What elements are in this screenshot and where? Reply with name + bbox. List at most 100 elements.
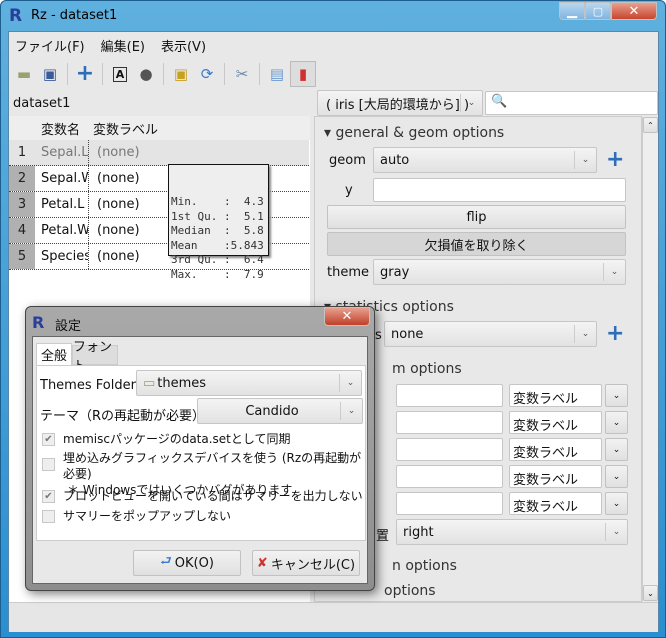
label-input[interactable]	[396, 438, 503, 461]
label-input[interactable]	[396, 411, 503, 434]
tab-content: Themes Folder ▭ themes ⌄ テーマ（Rの再起動が必要） Can…	[36, 365, 366, 541]
theme-value: gray	[380, 264, 410, 280]
minimize-button[interactable]: ▁	[559, 2, 585, 20]
theme-select[interactable]: Candido ⌄	[197, 398, 363, 424]
geom-label: geom	[329, 153, 366, 168]
label-type-select[interactable]: 変数ラベル	[509, 465, 602, 488]
summary-line: Max. : 7.9	[171, 267, 264, 281]
section-header[interactable]: n options	[392, 558, 457, 574]
dataset-source-value: ( iris [大局的環境から] )	[326, 97, 470, 113]
flip-button[interactable]: flip	[327, 205, 626, 229]
chevron-down-icon[interactable]: ⌄	[605, 438, 628, 461]
chevron-down-icon[interactable]: ⌄	[605, 384, 628, 407]
option-sync-memisc[interactable]: ✔ memiscパッケージのdata.setとして同期	[42, 430, 291, 447]
label-input[interactable]	[396, 492, 503, 515]
var-label: (none)	[97, 197, 140, 212]
cancel-button[interactable]: ✘ キャンセル(C)	[252, 550, 360, 576]
row-number: 5	[9, 244, 35, 269]
theme-select[interactable]: gray ⌄	[373, 259, 626, 285]
themes-folder-label: Themes Folder	[40, 378, 136, 393]
header-label[interactable]: 変数ラベル	[87, 119, 158, 138]
label-type-select[interactable]: 変数ラベル	[509, 492, 602, 515]
option-no-summary-plot[interactable]: ✔ プロットビューを開いている間はサマリーを出力しない	[42, 487, 363, 504]
label-type-select[interactable]: 変数ラベル	[509, 438, 602, 461]
chevron-down-icon: ⌄	[605, 523, 627, 541]
menu-view[interactable]: 表示(V)	[161, 36, 206, 55]
dataset-source-select[interactable]: ( iris [大局的環境から] ) ⌄	[317, 90, 483, 116]
option-label: 埋め込みグラフィックスデバイスを使う (Rzの再起動が必要)	[63, 451, 362, 481]
stats-label: s	[375, 328, 382, 343]
theme-label: theme	[327, 265, 369, 280]
chevron-down-icon: ⌄	[340, 402, 362, 420]
label-type-select[interactable]: 変数ラベル	[509, 384, 602, 407]
scroll-up-button[interactable]: ⌃	[643, 117, 658, 133]
scrollbar[interactable]: ⌃ ⌄	[642, 117, 658, 601]
header-name[interactable]: 変数名	[35, 119, 87, 138]
legend-position-select[interactable]: right ⌄	[396, 519, 628, 545]
chevron-down-icon[interactable]: ⌄	[605, 492, 628, 515]
row-number: 2	[9, 166, 35, 191]
import-icon[interactable]: ▣	[168, 61, 194, 87]
add-icon[interactable]: +	[72, 61, 98, 87]
stats-select[interactable]: none ⌄	[384, 321, 597, 347]
section-header[interactable]: m options	[392, 361, 462, 377]
label-type-select[interactable]: 変数ラベル	[509, 411, 602, 434]
add-stat-icon[interactable]: +	[606, 323, 624, 345]
tab-font[interactable]: フォント	[72, 340, 118, 374]
open-folder-icon[interactable]: ▬	[11, 61, 37, 87]
menubar: ファイル(F) 編集(E) 表示(V)	[9, 32, 658, 58]
menu-edit[interactable]: 編集(E)	[101, 36, 145, 55]
chevron-down-icon: ⌄	[339, 374, 361, 392]
label-input[interactable]	[396, 465, 503, 488]
chevron-down-icon[interactable]: ⌄	[605, 465, 628, 488]
ok-arrow-icon: ⮐	[160, 554, 172, 569]
chevron-down-icon[interactable]: ⌄	[605, 411, 628, 434]
scroll-down-button[interactable]: ⌄	[643, 585, 658, 601]
summary-line: 1st Qu. : 5.1	[171, 209, 264, 223]
table-view-icon[interactable]: ▤	[264, 61, 290, 87]
checkbox-unchecked[interactable]	[42, 458, 55, 471]
window-title: Rz - dataset1	[31, 8, 118, 23]
folder-icon: ▭	[143, 375, 156, 391]
checkbox-checked[interactable]: ✔	[42, 433, 55, 446]
geom-select[interactable]: auto ⌄	[373, 147, 597, 173]
chevron-down-icon: ⌄	[574, 151, 596, 169]
row-number: 1	[9, 140, 35, 165]
dataset-name: dataset1	[13, 95, 71, 111]
theme-label: テーマ（Rの再起動が必要）	[40, 409, 206, 424]
save-icon[interactable]: ▣	[37, 61, 63, 87]
option-label: プロットビューを開いている間はサマリーを出力しない	[63, 489, 363, 503]
checkbox-unchecked[interactable]	[42, 510, 55, 523]
tools-icon[interactable]: ✂	[229, 61, 255, 87]
remove-na-button[interactable]: 欠損値を取り除く	[327, 232, 626, 256]
dialog-close-button[interactable]: ✕	[324, 307, 370, 326]
label-input[interactable]	[396, 384, 503, 407]
ok-button[interactable]: ⮐ OK(O)	[133, 550, 241, 576]
stats-value: none	[391, 326, 424, 342]
chart-view-icon[interactable]: ▮	[290, 61, 316, 87]
close-button[interactable]: ✕	[611, 2, 657, 20]
menu-file[interactable]: ファイル(F)	[15, 36, 85, 55]
option-no-popup[interactable]: サマリーをポップアップしない	[42, 507, 231, 524]
chevron-down-icon: ⌄	[460, 94, 482, 112]
trash-icon[interactable]: ●	[133, 61, 159, 87]
themes-folder-value: themes	[157, 375, 207, 391]
tab-general[interactable]: 全般	[36, 343, 72, 365]
summary-tooltip: Min. : 4.3 1st Qu. : 5.1 Median : 5.8 Mean …	[168, 164, 269, 281]
table-row[interactable]: 1 Sepal.L (none)	[9, 140, 309, 166]
var-name: Sepal.W	[35, 166, 89, 191]
text-a-icon[interactable]: A	[107, 61, 133, 87]
refresh-icon[interactable]: ⟳	[194, 61, 220, 87]
summary-line: 3rd Qu. : 6.4	[171, 253, 264, 266]
y-input[interactable]	[373, 178, 626, 202]
checkbox-checked[interactable]: ✔	[42, 490, 55, 503]
var-name: Sepal.L	[35, 140, 89, 165]
general-options-header[interactable]: ▾ general & geom options	[324, 125, 504, 141]
search-input[interactable]: 🔍	[485, 91, 658, 115]
chevron-down-icon: ⌄	[603, 263, 625, 281]
section-header[interactable]: options	[384, 583, 436, 599]
maximize-button[interactable]: ▢	[585, 2, 611, 20]
themes-folder-select[interactable]: ▭ themes ⌄	[136, 370, 362, 396]
add-geom-icon[interactable]: +	[606, 149, 624, 171]
var-name: Petal.W	[35, 218, 89, 243]
